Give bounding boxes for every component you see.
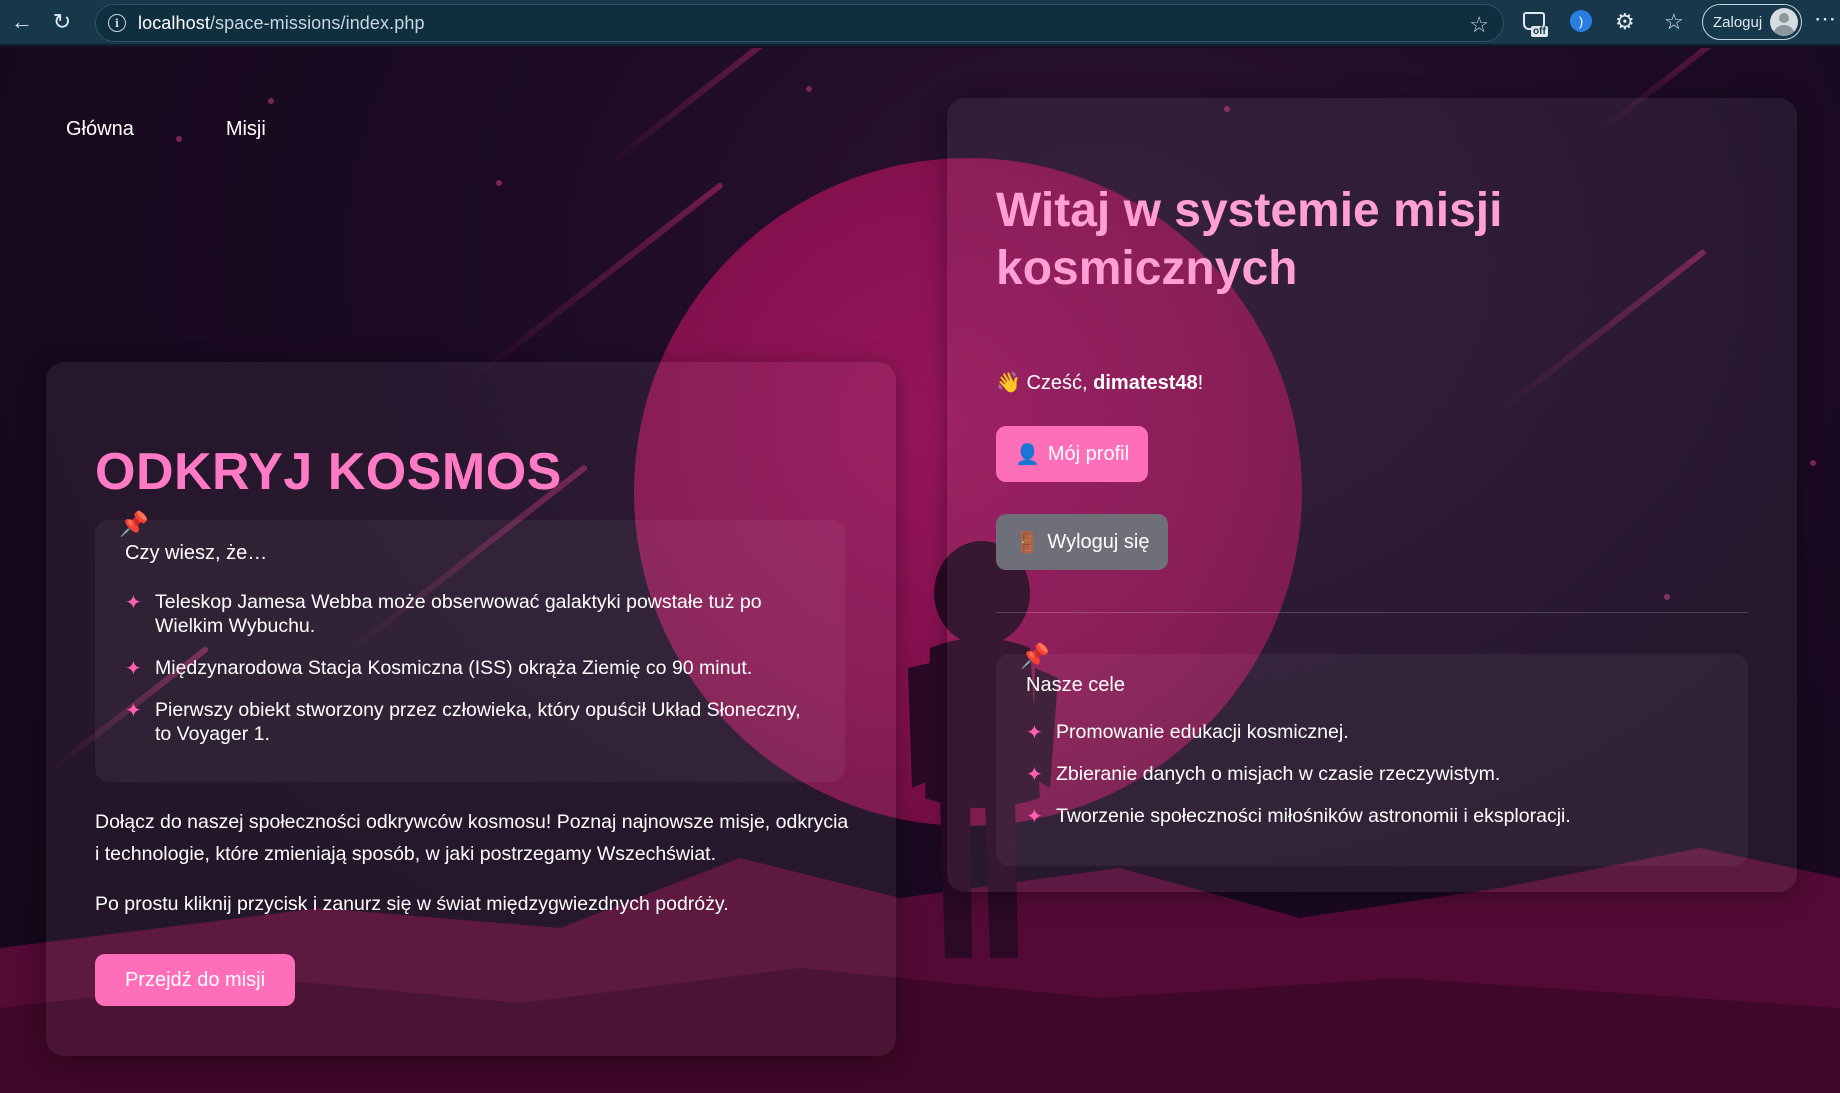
goals-box: 📌 Nasze cele ✦ Promowanie edukacji kosmic… bbox=[996, 643, 1748, 866]
door-icon: 🚪 bbox=[1014, 531, 1040, 554]
sparkle-icon: ✦ bbox=[1026, 722, 1043, 744]
divider bbox=[996, 612, 1748, 613]
discover-title: ODKRYJ KOSMOS bbox=[95, 443, 562, 501]
list-item: ✦ Tworzenie społeczności miłośników astro… bbox=[1026, 805, 1571, 828]
list-item: ✦ Zbieranie danych o misjach w czasie rze… bbox=[1026, 763, 1501, 786]
nav-item-missions[interactable]: Misji bbox=[226, 118, 266, 141]
waving-hand-icon: 👋 bbox=[996, 372, 1021, 394]
goals-list: ✦ Promowanie edukacji kosmicznej. ✦ Zbiera… bbox=[1026, 720, 1726, 846]
sparkle-icon: ✦ bbox=[125, 700, 142, 722]
facts-list: ✦ Teleskop Jamesa Webba może obserwować g… bbox=[125, 590, 805, 764]
browser-toolbar: ← ↻ i localhost/space-missions/index.php… bbox=[0, 0, 1840, 46]
facts-title: Czy wiesz, że… bbox=[125, 542, 268, 564]
avatar-icon bbox=[1770, 8, 1798, 36]
info-icon[interactable]: i bbox=[108, 14, 126, 32]
extension-off-icon[interactable]: off bbox=[1523, 12, 1549, 37]
username: dimatest48 bbox=[1093, 372, 1198, 394]
my-profile-button[interactable]: 👤 Mój profil bbox=[996, 426, 1148, 482]
address-bar[interactable]: i localhost/space-missions/index.php ☆ bbox=[95, 4, 1504, 42]
pushpin-icon: 📌 bbox=[1020, 643, 1050, 670]
more-menu-icon[interactable]: ⋯ bbox=[1814, 6, 1836, 32]
url-text[interactable]: localhost/space-missions/index.php bbox=[138, 13, 425, 34]
sparkle-icon: ✦ bbox=[125, 658, 142, 680]
list-item: ✦ Promowanie edukacji kosmicznej. bbox=[1026, 721, 1349, 744]
intro-cta-text: Po prostu kliknij przycisk i zanurz się … bbox=[95, 893, 729, 915]
sparkle-icon: ✦ bbox=[125, 592, 142, 614]
list-item: ✦ Pierwszy obiekt stworzony przez człowie… bbox=[125, 699, 801, 745]
login-button[interactable]: Zaloguj bbox=[1702, 4, 1802, 40]
main-nav: Główna Misji bbox=[66, 118, 266, 141]
sparkle-icon: ✦ bbox=[1026, 764, 1043, 786]
pushpin-icon: 📌 bbox=[119, 511, 149, 538]
go-to-missions-button[interactable]: Przejdź do misji bbox=[95, 954, 295, 1006]
favorites-icon[interactable]: ☆ bbox=[1664, 9, 1684, 35]
extension-audio-icon[interactable]: ) bbox=[1570, 10, 1592, 32]
page: Główna Misji ODKRYJ KOSMOS 📌 Czy wiesz, … bbox=[0, 48, 1840, 1093]
list-item: ✦ Teleskop Jamesa Webba może obserwować g… bbox=[125, 591, 762, 637]
discover-panel: ODKRYJ KOSMOS 📌 Czy wiesz, że… ✦ Teleskop… bbox=[46, 362, 896, 1056]
extensions-puzzle-icon[interactable]: ⚙ bbox=[1615, 9, 1635, 35]
nav-item-home[interactable]: Główna bbox=[66, 118, 134, 141]
list-item: ✦ Międzynarodowa Stacja Kosmiczna (ISS) o… bbox=[125, 657, 753, 680]
welcome-panel: Witaj w systemie misji kosmicznych 👋 Cze… bbox=[947, 98, 1797, 892]
goals-title: Nasze cele bbox=[1026, 674, 1125, 696]
user-icon: 👤 bbox=[1014, 443, 1040, 466]
back-arrow-icon[interactable]: ← bbox=[4, 4, 40, 40]
logout-button[interactable]: 🚪 Wyloguj się bbox=[996, 514, 1168, 570]
welcome-title: Witaj w systemie misji kosmicznych bbox=[996, 184, 1503, 295]
bookmark-star-icon[interactable]: ☆ bbox=[1469, 12, 1489, 38]
reload-icon[interactable]: ↻ bbox=[44, 4, 80, 40]
intro-text: Dołącz do naszej społeczności odkrywców … bbox=[95, 811, 849, 865]
facts-box: 📌 Czy wiesz, że… ✦ Teleskop Jamesa Webba … bbox=[95, 511, 845, 782]
sparkle-icon: ✦ bbox=[1026, 806, 1043, 828]
greeting: 👋 Cześć, dimatest48! bbox=[996, 372, 1204, 394]
